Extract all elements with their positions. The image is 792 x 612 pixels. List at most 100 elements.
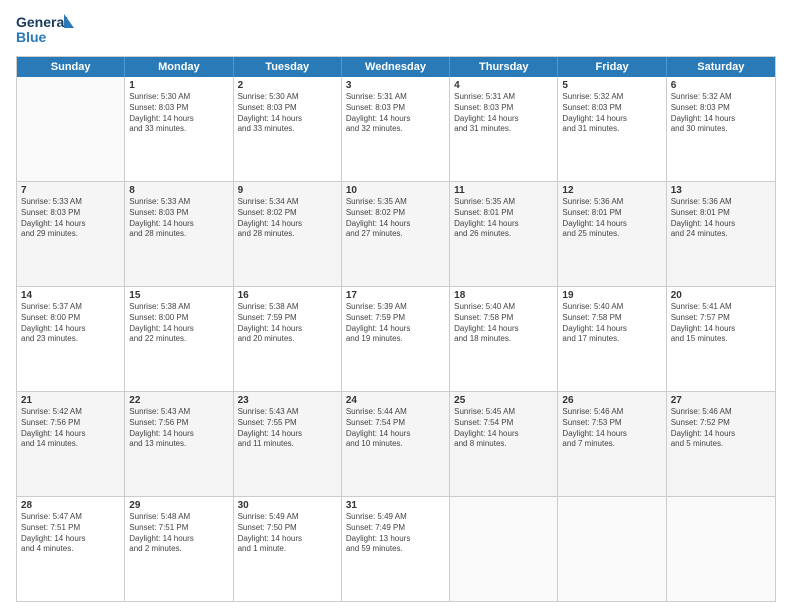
calendar-cell-25: 25Sunrise: 5:45 AM Sunset: 7:54 PM Dayli…: [450, 392, 558, 496]
svg-text:General: General: [16, 14, 68, 30]
day-number: 25: [454, 395, 553, 406]
cell-info: Sunrise: 5:38 AM Sunset: 7:59 PM Dayligh…: [238, 302, 337, 345]
cell-info: Sunrise: 5:36 AM Sunset: 8:01 PM Dayligh…: [671, 197, 771, 240]
weekday-header-monday: Monday: [125, 57, 233, 77]
page: GeneralBlue SundayMondayTuesdayWednesday…: [0, 0, 792, 612]
calendar-cell-5: 5Sunrise: 5:32 AM Sunset: 8:03 PM Daylig…: [558, 77, 666, 181]
day-number: 2: [238, 80, 337, 91]
day-number: 14: [21, 290, 120, 301]
day-number: 17: [346, 290, 445, 301]
day-number: 7: [21, 185, 120, 196]
day-number: 13: [671, 185, 771, 196]
cell-info: Sunrise: 5:37 AM Sunset: 8:00 PM Dayligh…: [21, 302, 120, 345]
calendar-cell-empty-4-5: [558, 497, 666, 601]
cell-info: Sunrise: 5:48 AM Sunset: 7:51 PM Dayligh…: [129, 512, 228, 555]
calendar-cell-empty-4-4: [450, 497, 558, 601]
calendar-cell-empty-0-0: [17, 77, 125, 181]
calendar-row-0: 1 Sunrise: 5:30 AM Sunset: 8:03 PM Daylig…: [17, 77, 775, 181]
cell-info: Sunrise: 5:33 AM Sunset: 8:03 PM Dayligh…: [129, 197, 228, 240]
calendar-cell-22: 22Sunrise: 5:43 AM Sunset: 7:56 PM Dayli…: [125, 392, 233, 496]
day-number: 28: [21, 500, 120, 511]
calendar-cell-21: 21Sunrise: 5:42 AM Sunset: 7:56 PM Dayli…: [17, 392, 125, 496]
day-number: 11: [454, 185, 553, 196]
cell-info: Sunrise: 5:36 AM Sunset: 8:01 PM Dayligh…: [562, 197, 661, 240]
calendar-cell-16: 16Sunrise: 5:38 AM Sunset: 7:59 PM Dayli…: [234, 287, 342, 391]
calendar-cell-28: 28Sunrise: 5:47 AM Sunset: 7:51 PM Dayli…: [17, 497, 125, 601]
cell-info: Sunrise: 5:31 AM Sunset: 8:03 PM Dayligh…: [346, 92, 445, 135]
cell-info: Sunrise: 5:34 AM Sunset: 8:02 PM Dayligh…: [238, 197, 337, 240]
cell-info: Sunrise: 5:46 AM Sunset: 7:52 PM Dayligh…: [671, 407, 771, 450]
calendar-cell-empty-4-6: [667, 497, 775, 601]
day-number: 8: [129, 185, 228, 196]
cell-info: Sunrise: 5:38 AM Sunset: 8:00 PM Dayligh…: [129, 302, 228, 345]
calendar-cell-30: 30Sunrise: 5:49 AM Sunset: 7:50 PM Dayli…: [234, 497, 342, 601]
calendar-cell-4: 4Sunrise: 5:31 AM Sunset: 8:03 PM Daylig…: [450, 77, 558, 181]
calendar-cell-27: 27Sunrise: 5:46 AM Sunset: 7:52 PM Dayli…: [667, 392, 775, 496]
calendar-cell-29: 29Sunrise: 5:48 AM Sunset: 7:51 PM Dayli…: [125, 497, 233, 601]
calendar-cell-8: 8Sunrise: 5:33 AM Sunset: 8:03 PM Daylig…: [125, 182, 233, 286]
day-number: 16: [238, 290, 337, 301]
calendar-row-4: 28Sunrise: 5:47 AM Sunset: 7:51 PM Dayli…: [17, 496, 775, 601]
cell-info: Sunrise: 5:40 AM Sunset: 7:58 PM Dayligh…: [562, 302, 661, 345]
calendar-header: SundayMondayTuesdayWednesdayThursdayFrid…: [17, 57, 775, 77]
calendar-body: 1 Sunrise: 5:30 AM Sunset: 8:03 PM Daylig…: [17, 77, 775, 601]
header: GeneralBlue: [16, 12, 776, 48]
day-number: 31: [346, 500, 445, 511]
weekday-header-friday: Friday: [558, 57, 666, 77]
day-number: 24: [346, 395, 445, 406]
day-number: 23: [238, 395, 337, 406]
cell-info: Sunrise: 5:40 AM Sunset: 7:58 PM Dayligh…: [454, 302, 553, 345]
day-number: 20: [671, 290, 771, 301]
cell-info: Sunrise: 5:49 AM Sunset: 7:50 PM Dayligh…: [238, 512, 337, 555]
cell-info: Sunrise: 5:33 AM Sunset: 8:03 PM Dayligh…: [21, 197, 120, 240]
calendar-cell-2: 2Sunrise: 5:30 AM Sunset: 8:03 PM Daylig…: [234, 77, 342, 181]
day-number: 19: [562, 290, 661, 301]
cell-info: Sunrise: 5:47 AM Sunset: 7:51 PM Dayligh…: [21, 512, 120, 555]
cell-info: Sunrise: 5:31 AM Sunset: 8:03 PM Dayligh…: [454, 92, 553, 135]
calendar-cell-9: 9Sunrise: 5:34 AM Sunset: 8:02 PM Daylig…: [234, 182, 342, 286]
weekday-header-wednesday: Wednesday: [342, 57, 450, 77]
weekday-header-saturday: Saturday: [667, 57, 775, 77]
calendar-row-1: 7Sunrise: 5:33 AM Sunset: 8:03 PM Daylig…: [17, 181, 775, 286]
day-number: 27: [671, 395, 771, 406]
cell-info: Sunrise: 5:45 AM Sunset: 7:54 PM Dayligh…: [454, 407, 553, 450]
calendar-cell-23: 23Sunrise: 5:43 AM Sunset: 7:55 PM Dayli…: [234, 392, 342, 496]
cell-info: Sunrise: 5:43 AM Sunset: 7:55 PM Dayligh…: [238, 407, 337, 450]
cell-info: Sunrise: 5:32 AM Sunset: 8:03 PM Dayligh…: [671, 92, 771, 135]
calendar-cell-10: 10Sunrise: 5:35 AM Sunset: 8:02 PM Dayli…: [342, 182, 450, 286]
day-number: 1: [129, 80, 228, 91]
day-number: 22: [129, 395, 228, 406]
day-number: 15: [129, 290, 228, 301]
cell-info: Sunrise: 5:35 AM Sunset: 8:02 PM Dayligh…: [346, 197, 445, 240]
weekday-header-tuesday: Tuesday: [234, 57, 342, 77]
day-number: 3: [346, 80, 445, 91]
cell-info: Sunrise: 5:35 AM Sunset: 8:01 PM Dayligh…: [454, 197, 553, 240]
calendar-cell-31: 31Sunrise: 5:49 AM Sunset: 7:49 PM Dayli…: [342, 497, 450, 601]
cell-info: Sunrise: 5:49 AM Sunset: 7:49 PM Dayligh…: [346, 512, 445, 555]
cell-info: Sunrise: 5:44 AM Sunset: 7:54 PM Dayligh…: [346, 407, 445, 450]
day-number: 30: [238, 500, 337, 511]
calendar: SundayMondayTuesdayWednesdayThursdayFrid…: [16, 56, 776, 602]
calendar-cell-15: 15Sunrise: 5:38 AM Sunset: 8:00 PM Dayli…: [125, 287, 233, 391]
cell-info: Sunrise: 5:41 AM Sunset: 7:57 PM Dayligh…: [671, 302, 771, 345]
cell-info: Sunrise: 5:46 AM Sunset: 7:53 PM Dayligh…: [562, 407, 661, 450]
day-number: 29: [129, 500, 228, 511]
calendar-cell-11: 11Sunrise: 5:35 AM Sunset: 8:01 PM Dayli…: [450, 182, 558, 286]
calendar-cell-24: 24Sunrise: 5:44 AM Sunset: 7:54 PM Dayli…: [342, 392, 450, 496]
cell-info: Sunrise: 5:30 AM Sunset: 8:03 PM Dayligh…: [238, 92, 337, 135]
logo: GeneralBlue: [16, 12, 76, 48]
cell-info: Sunrise: 5:32 AM Sunset: 8:03 PM Dayligh…: [562, 92, 661, 135]
day-number: 6: [671, 80, 771, 91]
cell-info: Sunrise: 5:42 AM Sunset: 7:56 PM Dayligh…: [21, 407, 120, 450]
calendar-cell-19: 19Sunrise: 5:40 AM Sunset: 7:58 PM Dayli…: [558, 287, 666, 391]
calendar-cell-6: 6Sunrise: 5:32 AM Sunset: 8:03 PM Daylig…: [667, 77, 775, 181]
day-number: 4: [454, 80, 553, 91]
calendar-cell-1: 1Sunrise: 5:30 AM Sunset: 8:03 PM Daylig…: [125, 77, 233, 181]
calendar-cell-17: 17Sunrise: 5:39 AM Sunset: 7:59 PM Dayli…: [342, 287, 450, 391]
weekday-header-thursday: Thursday: [450, 57, 558, 77]
calendar-cell-3: 3Sunrise: 5:31 AM Sunset: 8:03 PM Daylig…: [342, 77, 450, 181]
calendar-cell-7: 7Sunrise: 5:33 AM Sunset: 8:03 PM Daylig…: [17, 182, 125, 286]
logo-svg: GeneralBlue: [16, 12, 76, 48]
calendar-row-2: 14Sunrise: 5:37 AM Sunset: 8:00 PM Dayli…: [17, 286, 775, 391]
calendar-cell-14: 14Sunrise: 5:37 AM Sunset: 8:00 PM Dayli…: [17, 287, 125, 391]
